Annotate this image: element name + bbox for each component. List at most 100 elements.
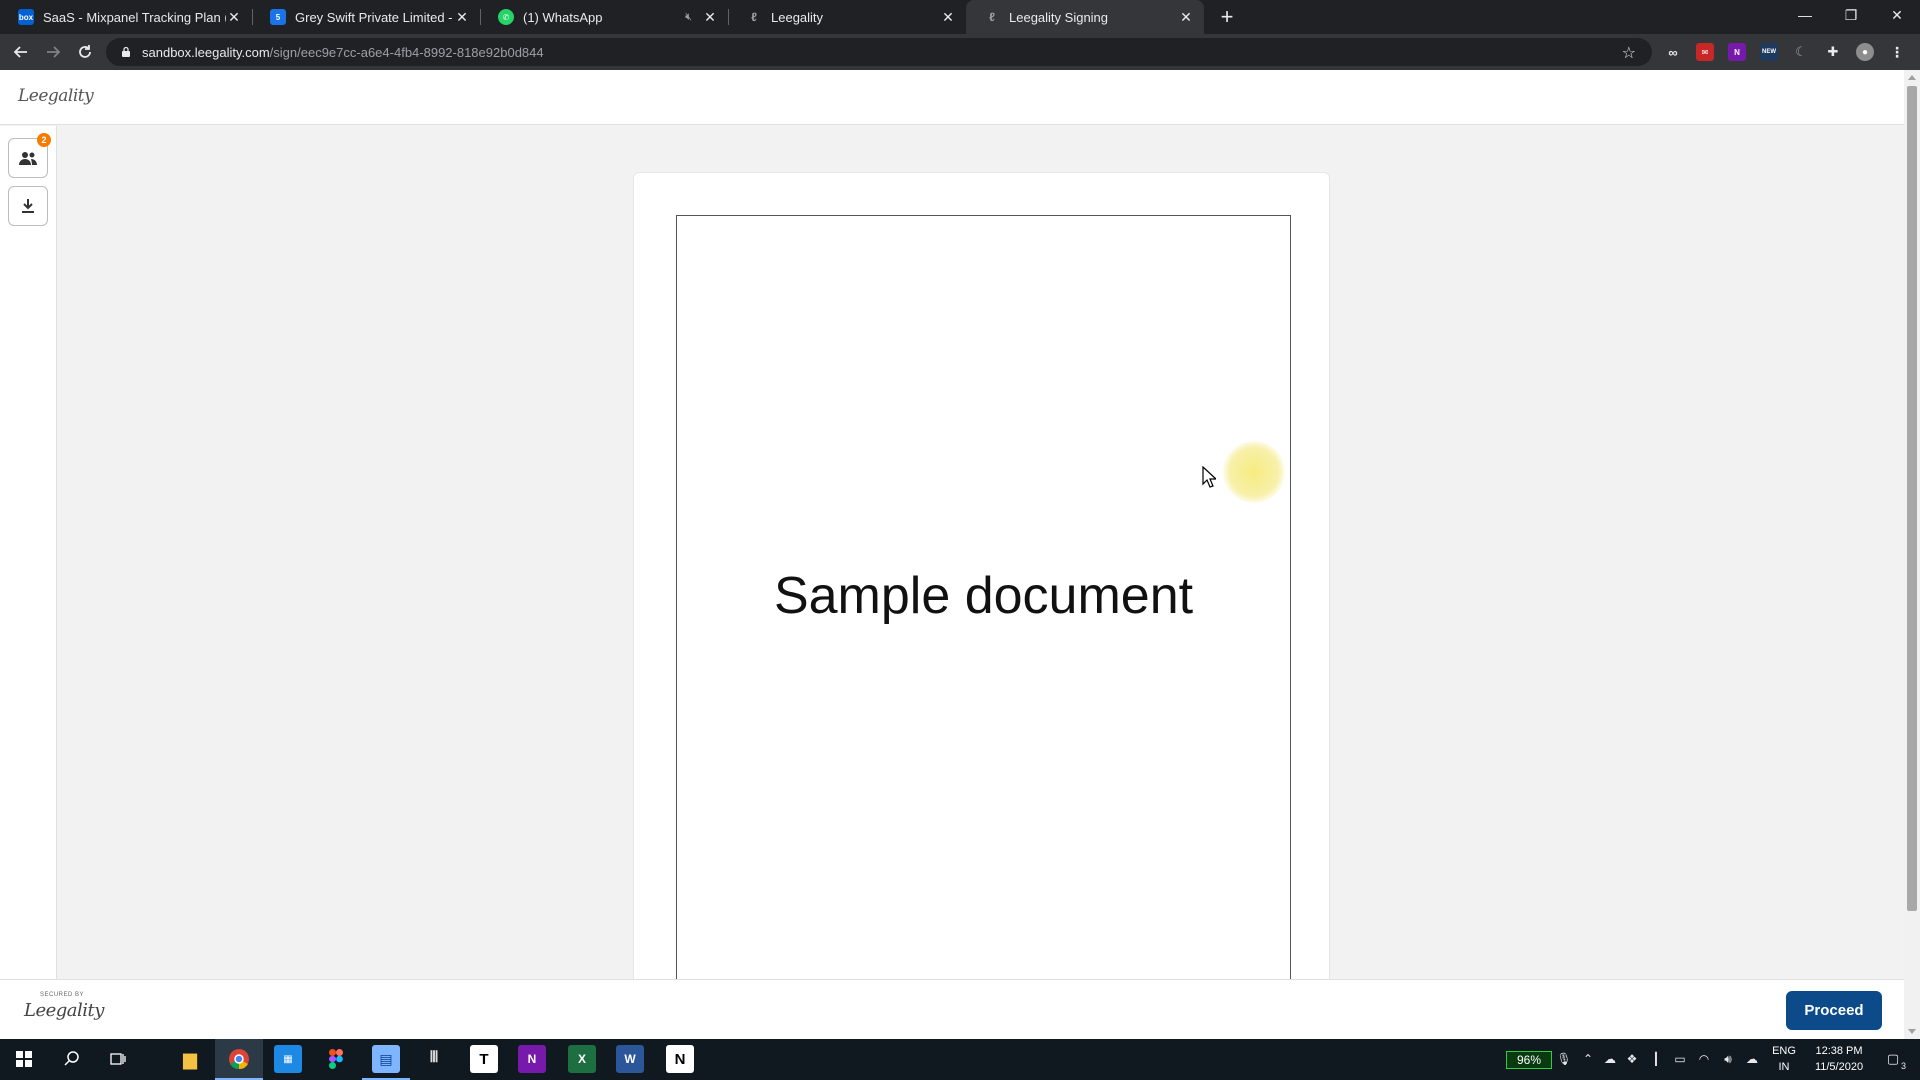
browser-tabstrip: box SaaS - Mixpanel Tracking Plan (1 ✕ 5…: [0, 0, 1920, 34]
language-code: ENG: [1772, 1045, 1796, 1057]
onenote-icon[interactable]: N: [518, 1045, 546, 1073]
browser-tab[interactable]: box SaaS - Mixpanel Tracking Plan (1 ✕: [0, 0, 252, 34]
signers-button[interactable]: 2: [8, 133, 51, 178]
system-clock[interactable]: 12:38 PM 11/5/2020: [1802, 1043, 1876, 1075]
close-icon[interactable]: ✕: [226, 9, 242, 25]
page-scrollbar[interactable]: [1904, 70, 1920, 1039]
profile-avatar-icon[interactable]: ●: [1856, 43, 1874, 61]
leegality-logo-icon: ℓ: [751, 10, 757, 24]
windows-logo-icon: [16, 1051, 32, 1067]
proceed-button[interactable]: Proceed: [1786, 991, 1882, 1030]
chrome-icon[interactable]: [225, 1045, 253, 1073]
restore-button[interactable]: ❐: [1828, 0, 1874, 30]
extension-red-icon[interactable]: ✉: [1696, 43, 1714, 61]
leegality-logo-icon: ℓ: [989, 10, 995, 24]
back-button[interactable]: [8, 39, 34, 65]
figma-logo-icon: [329, 1049, 343, 1069]
forward-arrow-icon: [47, 46, 61, 58]
app-header: Leegality: [0, 70, 1904, 125]
close-icon[interactable]: ✕: [1178, 9, 1194, 25]
close-icon[interactable]: ✕: [454, 9, 470, 25]
new-tab-button[interactable]: +: [1214, 4, 1240, 30]
battery-tray-icon[interactable]: ▭: [1672, 1051, 1688, 1067]
browser-tab[interactable]: ✆ (1) WhatsApp 🔇︎ ✕: [480, 0, 728, 34]
volume-icon[interactable]: 🔊︎: [1720, 1051, 1736, 1067]
extensions-puzzle-icon[interactable]: ✚: [1824, 43, 1842, 61]
task-view-icon[interactable]: [104, 1045, 132, 1073]
notifications-icon[interactable]: ▢ 3: [1882, 1049, 1906, 1071]
document-text: Sample document: [773, 567, 1194, 625]
browser-menu-icon[interactable]: ⋮: [1888, 43, 1906, 61]
tab-title: Leegality Signing: [1009, 9, 1109, 25]
tab-title: (1) WhatsApp: [523, 9, 603, 25]
secured-by-label: SECURED BY: [40, 992, 85, 998]
document-viewer[interactable]: Sample document: [57, 126, 1904, 979]
whatsapp-logo-icon: ✆: [498, 9, 514, 25]
file-explorer-icon[interactable]: ▆: [176, 1045, 204, 1073]
microphone-icon[interactable]: 🎙︎: [1556, 1051, 1572, 1067]
language-indicator[interactable]: ENG IN: [1766, 1043, 1802, 1075]
forward-button[interactable]: [40, 39, 66, 65]
clock-date: 11/5/2020: [1814, 1061, 1864, 1073]
mute-icon[interactable]: 🔇︎: [685, 11, 692, 24]
scroll-up-arrow[interactable]: [1908, 75, 1916, 80]
address-bar[interactable]: sandbox.leegality.com/sign/eec9e7cc-a6e4…: [106, 38, 1652, 66]
mic-tray-icon[interactable]: ┃: [1648, 1051, 1664, 1067]
cursor-highlight: [1223, 441, 1285, 503]
calendar-app-icon[interactable]: ▦: [274, 1045, 302, 1073]
footer-leegality-logo: Leegality: [24, 1000, 104, 1021]
mouse-cursor-icon: [1202, 466, 1216, 488]
document-page[interactable]: Sample document: [676, 215, 1291, 979]
back-arrow-icon: [13, 46, 27, 58]
chrome-logo-icon: [229, 1049, 249, 1070]
chevron-up-icon[interactable]: ⌃: [1580, 1051, 1596, 1067]
left-toolbar: 2: [0, 126, 57, 979]
typora-app-icon[interactable]: T: [470, 1045, 498, 1073]
close-icon[interactable]: ✕: [702, 9, 718, 25]
app-footer: SECURED BY Leegality Proceed: [0, 979, 1904, 1039]
onedrive-icon[interactable]: ☁: [1744, 1051, 1760, 1067]
chat-app-icon[interactable]: ▤: [372, 1045, 400, 1073]
battery-indicator[interactable]: 96%: [1506, 1051, 1552, 1069]
window-close-button[interactable]: ✕: [1874, 0, 1920, 30]
reload-icon: [79, 45, 91, 58]
region-code: IN: [1778, 1061, 1790, 1073]
scrollbar-thumb[interactable]: [1907, 86, 1917, 911]
onenote-extension-icon[interactable]: N: [1728, 43, 1746, 61]
clock-time: 12:38 PM: [1815, 1045, 1863, 1057]
tab-title: Grey Swift Private Limited - Caler: [295, 9, 454, 25]
excel-icon[interactable]: X: [568, 1045, 596, 1073]
news-extension-icon[interactable]: NEW: [1760, 43, 1778, 61]
page-card: Sample document: [633, 172, 1330, 979]
library-app-icon[interactable]: 𝍫: [420, 1045, 448, 1073]
download-button[interactable]: [8, 186, 48, 226]
lock-icon: [122, 46, 130, 57]
cloud-sync-icon[interactable]: ☁: [1602, 1051, 1618, 1067]
download-icon: [22, 199, 34, 213]
wifi-icon[interactable]: ◠: [1696, 1051, 1712, 1067]
browser-tab-active[interactable]: ℓ Leegality Signing ✕: [966, 0, 1204, 34]
notifications-count: 3: [1900, 1061, 1906, 1071]
windows-start-icon[interactable]: [10, 1045, 38, 1073]
search-icon[interactable]: [58, 1045, 86, 1073]
tab-title: SaaS - Mixpanel Tracking Plan (1: [43, 9, 226, 25]
extension-glasses-icon[interactable]: ∞: [1664, 43, 1682, 61]
minimize-button[interactable]: —: [1782, 0, 1828, 30]
close-icon[interactable]: ✕: [940, 9, 956, 25]
task-view-glyph-icon: [110, 1053, 126, 1065]
magnifier-icon: [64, 1051, 79, 1066]
word-icon[interactable]: W: [616, 1045, 644, 1073]
bookmark-star-icon[interactable]: ☆: [1622, 43, 1636, 63]
figma-icon[interactable]: [322, 1045, 350, 1073]
notion-icon[interactable]: N: [666, 1045, 694, 1073]
scroll-down-arrow[interactable]: [1908, 1029, 1916, 1034]
url-host: sandbox.leegality.com: [142, 44, 270, 60]
browser-toolbar: sandbox.leegality.com/sign/eec9e7cc-a6e4…: [0, 34, 1920, 70]
browser-tab[interactable]: ℓ Leegality ✕: [728, 0, 966, 34]
dropbox-icon[interactable]: ❖: [1624, 1051, 1640, 1067]
windows-taskbar: ▆ ▦ ▤ 𝍫 T N X W N 96% 🎙︎ ⌃ ☁ ❖ ┃ ▭ ◠ 🔊︎ …: [0, 1039, 1920, 1080]
box-logo-icon: box: [18, 9, 34, 25]
reload-button[interactable]: [72, 39, 98, 65]
browser-tab[interactable]: 5 Grey Swift Private Limited - Caler ✕: [252, 0, 480, 34]
dark-mode-extension-icon[interactable]: ☾: [1792, 43, 1810, 61]
